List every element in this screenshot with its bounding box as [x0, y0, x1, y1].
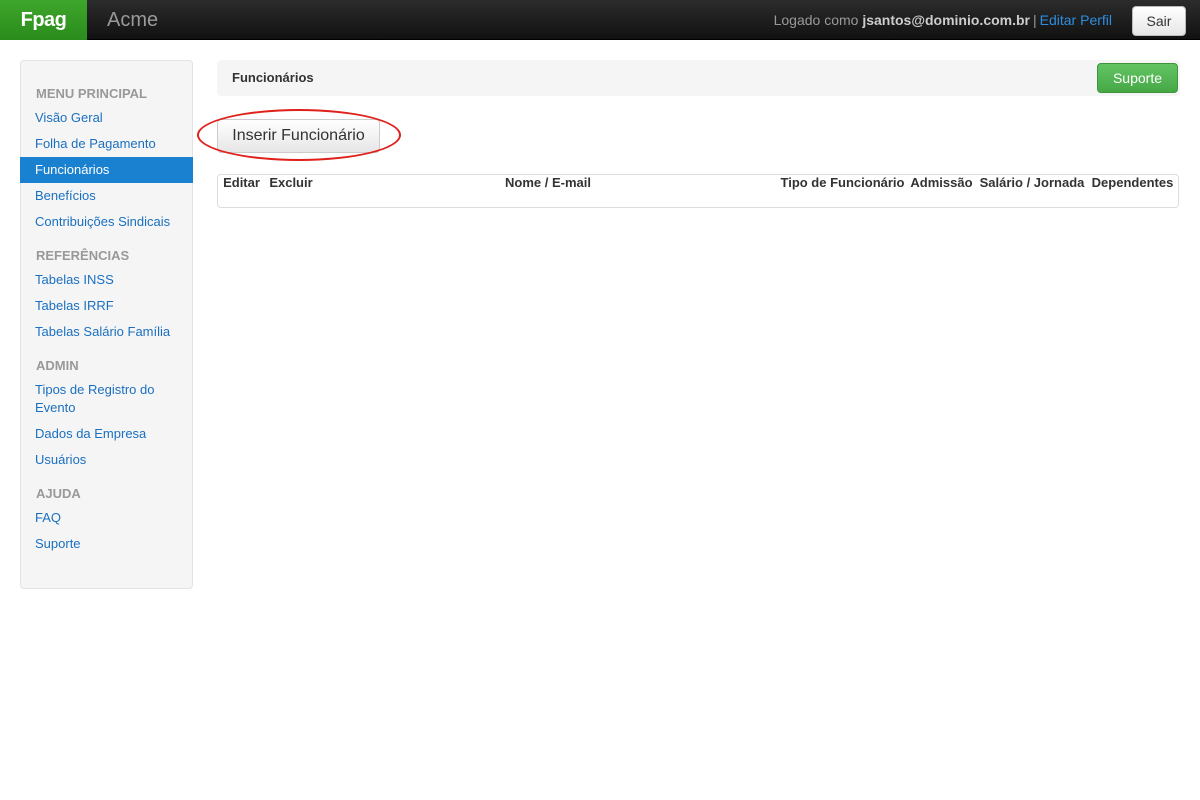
sidebar-item-tabelas-irrf[interactable]: Tabelas IRRF	[20, 293, 193, 319]
logged-as-label: Logado como	[773, 12, 859, 28]
sidebar-item-faq[interactable]: FAQ	[20, 505, 193, 531]
separator: |	[1033, 12, 1037, 28]
column-header-dependentes: Dependentes	[1091, 175, 1174, 190]
sidebar-item-tipos-de-registro[interactable]: Tipos de Registro do Evento	[20, 377, 193, 421]
insert-employee-button[interactable]: Inserir Funcionário	[217, 119, 380, 153]
sidebar-item-visao-geral[interactable]: Visão Geral	[20, 105, 193, 131]
sidebar-item-folha-de-pagamento[interactable]: Folha de Pagamento	[20, 131, 193, 157]
sidebar-item-tabelas-inss[interactable]: Tabelas INSS	[20, 267, 193, 293]
page-title: Funcionários	[232, 70, 314, 85]
employees-table: Editar Excluir Nome / E-mail Tipo de Fun…	[217, 174, 1179, 208]
brand-logo[interactable]: Fpag	[0, 0, 87, 40]
sidebar-item-dados-da-empresa[interactable]: Dados da Empresa	[20, 421, 193, 447]
user-email: jsantos@dominio.com.br	[862, 12, 1030, 28]
column-header-excluir: Excluir	[269, 175, 313, 190]
column-header-salario-jornada: Salário / Jornada	[979, 175, 1085, 190]
nav-header-referencias: REFERÊNCIAS	[36, 248, 130, 263]
sidebar-item-tabelas-salario-familia[interactable]: Tabelas Salário Família	[20, 319, 193, 345]
support-button[interactable]: Suporte	[1097, 63, 1178, 93]
nav-header-ajuda: AJUDA	[36, 486, 81, 501]
top-navbar: Fpag Acme Logado como jsantos@dominio.co…	[0, 0, 1200, 40]
column-header-editar: Editar	[223, 175, 260, 190]
nav-header-menu-principal: MENU PRINCIPAL	[36, 86, 147, 101]
edit-profile-link[interactable]: Editar Perfil	[1040, 12, 1112, 28]
sidebar-nav: MENU PRINCIPAL Visão Geral Folha de Paga…	[20, 60, 193, 589]
sidebar-item-funcionarios[interactable]: Funcionários	[20, 157, 193, 183]
company-name: Acme	[107, 9, 159, 31]
column-header-nome-email: Nome / E-mail	[505, 175, 591, 190]
user-info: Logado como jsantos@dominio.com.br | Edita…	[774, 0, 1112, 40]
sidebar-item-beneficios[interactable]: Benefícios	[20, 183, 193, 209]
sidebar-item-suporte[interactable]: Suporte	[20, 531, 193, 557]
table-header-row: Editar Excluir Nome / E-mail Tipo de Fun…	[218, 175, 1178, 190]
column-header-tipo-funcionario: Tipo de Funcionário	[780, 175, 905, 190]
logout-button[interactable]: Sair	[1132, 6, 1186, 36]
page-header-bar: Funcionários Suporte	[217, 60, 1180, 96]
column-header-admissao: Admissão	[910, 175, 973, 190]
nav-header-admin: ADMIN	[36, 358, 79, 373]
sidebar-item-usuarios[interactable]: Usuários	[20, 447, 193, 473]
sidebar-item-contribuicoes-sindicais[interactable]: Contribuições Sindicais	[20, 209, 193, 235]
